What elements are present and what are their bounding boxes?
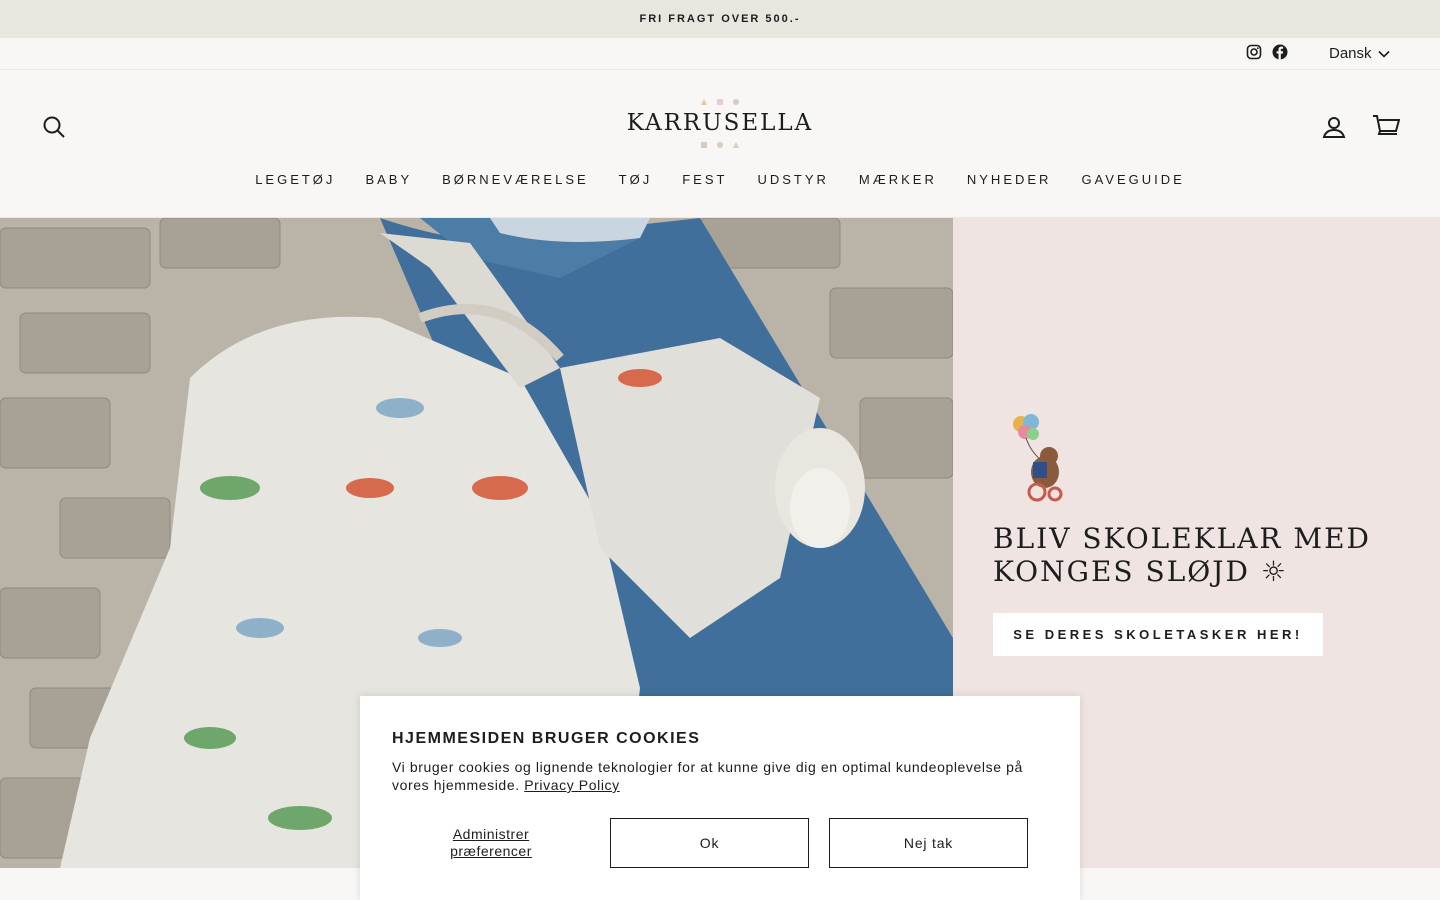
- brand-name: KARRUSELLA: [626, 110, 814, 136]
- bear-illustration: [1011, 412, 1069, 504]
- search-icon[interactable]: [42, 115, 66, 139]
- nav-item-nyheder[interactable]: NYHEDER: [952, 172, 1067, 187]
- brand-logo[interactable]: KARRUSELLA: [620, 98, 820, 156]
- nav-item-fest[interactable]: FEST: [667, 172, 742, 187]
- manage-preferences-link[interactable]: Administrer præferencer: [416, 826, 566, 860]
- chevron-down-icon: [1377, 50, 1390, 58]
- cookie-body-text: Vi bruger cookies og lignende teknologie…: [392, 759, 1023, 793]
- account-icon[interactable]: [1322, 115, 1346, 139]
- decline-cookies-button[interactable]: Nej tak: [829, 818, 1028, 868]
- announcement-text: FRI FRAGT OVER 500.-: [639, 13, 801, 25]
- cart-icon[interactable]: [1372, 114, 1401, 140]
- utility-bar: Dansk: [0, 38, 1440, 70]
- logo-bottom-ornament: [620, 141, 820, 149]
- nav-item-udstyr[interactable]: UDSTYR: [742, 172, 843, 187]
- hero-heading: BLIV SKOLEKLAR MED KONGES SLØJD ☼: [993, 522, 1371, 588]
- nav-item-bornevaerelse[interactable]: BØRNEVÆRELSE: [427, 172, 604, 187]
- nav-item-baby[interactable]: BABY: [350, 172, 427, 187]
- announcement-bar: FRI FRAGT OVER 500.-: [0, 0, 1440, 38]
- nav-item-maerker[interactable]: MÆRKER: [844, 172, 952, 187]
- logo-top-ornament: [620, 98, 820, 106]
- site-header: KARRUSELLA LEGETØJ BABY BØRNEVÆRELSE TØJ…: [0, 70, 1440, 218]
- language-label: Dansk: [1329, 45, 1372, 62]
- nav-item-toj[interactable]: TØJ: [604, 172, 668, 187]
- facebook-icon[interactable]: [1272, 44, 1288, 60]
- hero-cta-button[interactable]: SE DERES SKOLETASKER HER!: [993, 613, 1323, 656]
- instagram-icon[interactable]: [1246, 44, 1262, 60]
- nav-item-legetoj[interactable]: LEGETØJ: [240, 172, 350, 187]
- accept-cookies-button[interactable]: Ok: [610, 818, 809, 868]
- language-selector[interactable]: Dansk: [1329, 45, 1390, 62]
- nav-item-gaveguide[interactable]: GAVEGUIDE: [1066, 172, 1199, 187]
- cookie-body: Vi bruger cookies og lignende teknologie…: [392, 758, 1052, 794]
- privacy-policy-link[interactable]: Privacy Policy: [524, 777, 620, 793]
- cookie-title: HJEMMESIDEN BRUGER COOKIES: [392, 730, 701, 747]
- main-navigation: LEGETØJ BABY BØRNEVÆRELSE TØJ FEST UDSTY…: [0, 172, 1440, 187]
- cookie-banner: HJEMMESIDEN BRUGER COOKIES Vi bruger coo…: [360, 696, 1080, 900]
- social-links: [1246, 44, 1288, 60]
